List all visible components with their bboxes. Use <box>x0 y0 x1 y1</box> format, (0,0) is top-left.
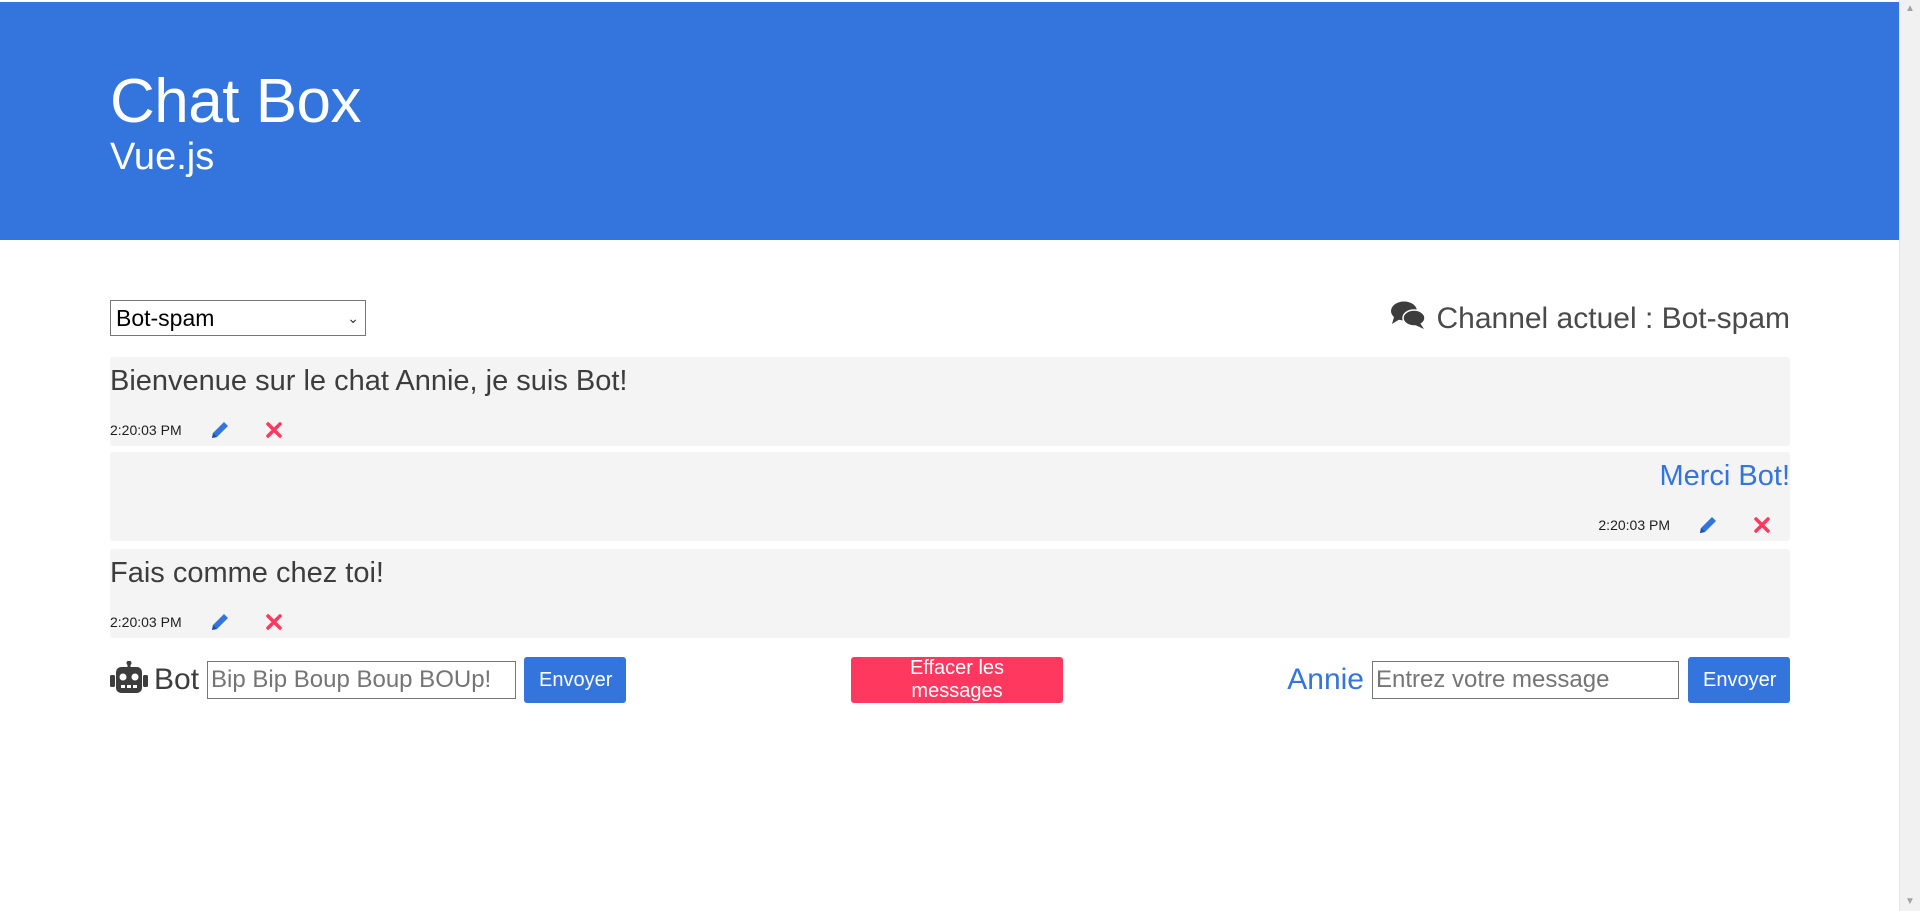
page-title: Chat Box <box>110 67 362 136</box>
edit-pencil-icon[interactable] <box>206 418 234 442</box>
message-time: 2:20:03 PM <box>110 614 182 630</box>
annie-send-button[interactable]: Envoyer <box>1688 657 1790 703</box>
edit-pencil-icon[interactable] <box>206 610 234 634</box>
message-meta: 2:20:03 PM <box>110 609 288 635</box>
message-text: Fais comme chez toi! <box>110 557 384 589</box>
bot-author-label: Bot <box>154 663 200 696</box>
clear-messages-button[interactable]: Effacer les messages <box>851 657 1063 703</box>
channel-select[interactable]: Bot-spam ⌄ <box>110 300 366 336</box>
message-text: Merci Bot! <box>1659 460 1790 492</box>
annie-author-label: Annie <box>1287 663 1364 696</box>
message-item: Bienvenue sur le chat Annie, je suis Bot… <box>110 357 1790 446</box>
message-item: Merci Bot! 2:20:03 PM <box>110 452 1790 541</box>
chevron-down-icon: ⌄ <box>347 310 359 326</box>
bot-send-button[interactable]: Envoyer <box>524 657 627 703</box>
channel-select-value: Bot-spam <box>116 305 215 331</box>
scroll-up-arrow-icon[interactable]: ▲ <box>1900 0 1920 18</box>
delete-x-icon[interactable] <box>1748 513 1776 537</box>
comments-icon <box>1390 300 1427 338</box>
edit-pencil-icon[interactable] <box>1694 513 1722 537</box>
page-scrollbar[interactable]: ▲ ▼ <box>1899 0 1920 911</box>
annie-message-input[interactable] <box>1372 661 1679 699</box>
bot-message-input[interactable] <box>207 661 517 699</box>
robot-icon <box>110 660 148 700</box>
delete-x-icon[interactable] <box>260 610 288 634</box>
annie-composer: Annie Envoyer <box>1287 656 1790 704</box>
message-text: Bienvenue sur le chat Annie, je suis Bot… <box>110 365 628 397</box>
message-time: 2:20:03 PM <box>110 422 182 438</box>
page-subtitle: Vue.js <box>110 136 215 178</box>
message-time: 2:20:03 PM <box>1598 517 1670 533</box>
bot-composer: Bot Envoyer <box>110 656 627 704</box>
message-meta: 2:20:03 PM <box>110 417 288 443</box>
message-item: Fais comme chez toi! 2:20:03 PM <box>110 549 1790 638</box>
scroll-down-arrow-icon[interactable]: ▼ <box>1900 893 1920 911</box>
message-meta: 2:20:03 PM <box>1598 512 1776 538</box>
header-hero: Chat Box Vue.js <box>0 2 1900 240</box>
current-channel-info: Channel actuel : Bot-spam <box>1390 298 1790 340</box>
delete-x-icon[interactable] <box>260 418 288 442</box>
current-channel-label: Channel actuel : Bot-spam <box>1436 302 1790 335</box>
